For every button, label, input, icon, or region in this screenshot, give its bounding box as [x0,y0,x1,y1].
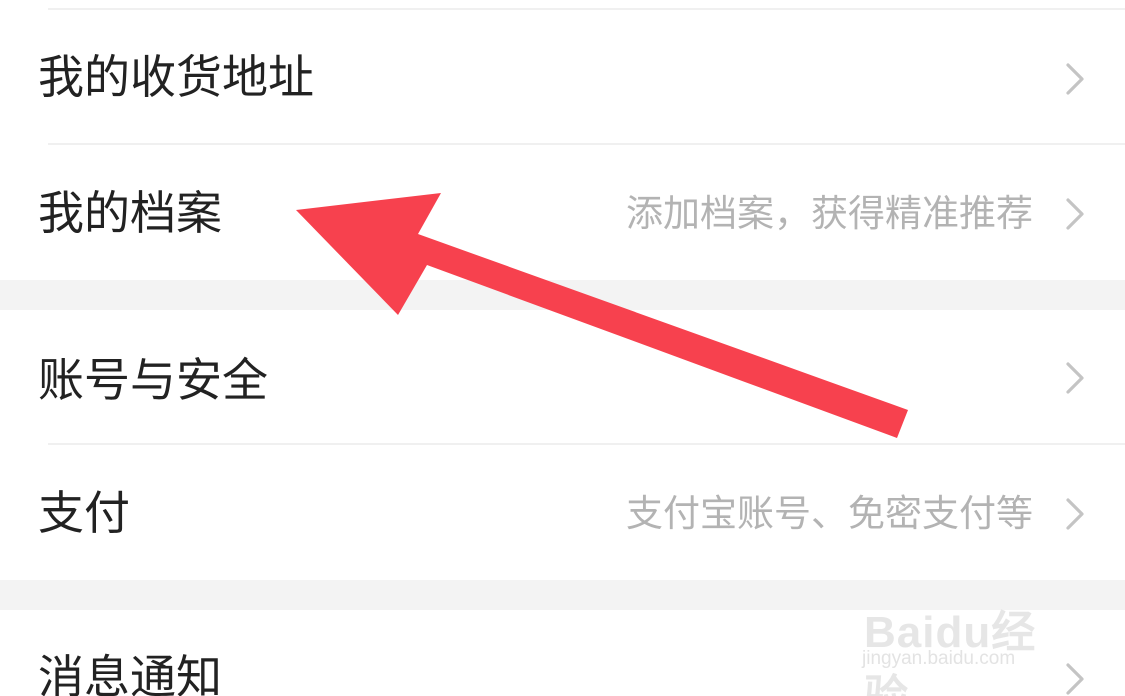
settings-item-shipping-address[interactable]: 我的收货地址 [0,10,1125,144]
chevron-right-icon [1066,663,1084,695]
settings-item-label: 我的收货地址 [38,50,314,104]
settings-item-hint: 添加档案，获得精准推荐 [626,192,1033,235]
settings-item-label: 消息通知 [38,650,222,696]
settings-item-label: 我的档案 [38,186,222,240]
chevron-right-icon [1066,498,1084,530]
chevron-right-icon [1066,362,1084,394]
settings-item-label: 账号与安全 [38,353,268,407]
settings-item-label: 支付 [38,486,130,540]
settings-item-account-security[interactable]: 账号与安全 [0,310,1125,443]
section-gap [0,280,1125,310]
settings-screen: 我的收货地址 我的档案 添加档案，获得精准推荐 账号与安全 支付 支付宝账号、免… [0,0,1125,696]
section-gap [0,580,1125,610]
settings-item-payment[interactable]: 支付 支付宝账号、免密支付等 [0,445,1125,580]
chevron-right-icon [1066,63,1084,95]
settings-item-notifications[interactable]: 消息通知 [0,610,1125,696]
chevron-right-icon [1066,198,1084,230]
settings-item-hint: 支付宝账号、免密支付等 [626,492,1033,535]
settings-item-my-profile[interactable]: 我的档案 添加档案，获得精准推荐 [0,145,1125,280]
